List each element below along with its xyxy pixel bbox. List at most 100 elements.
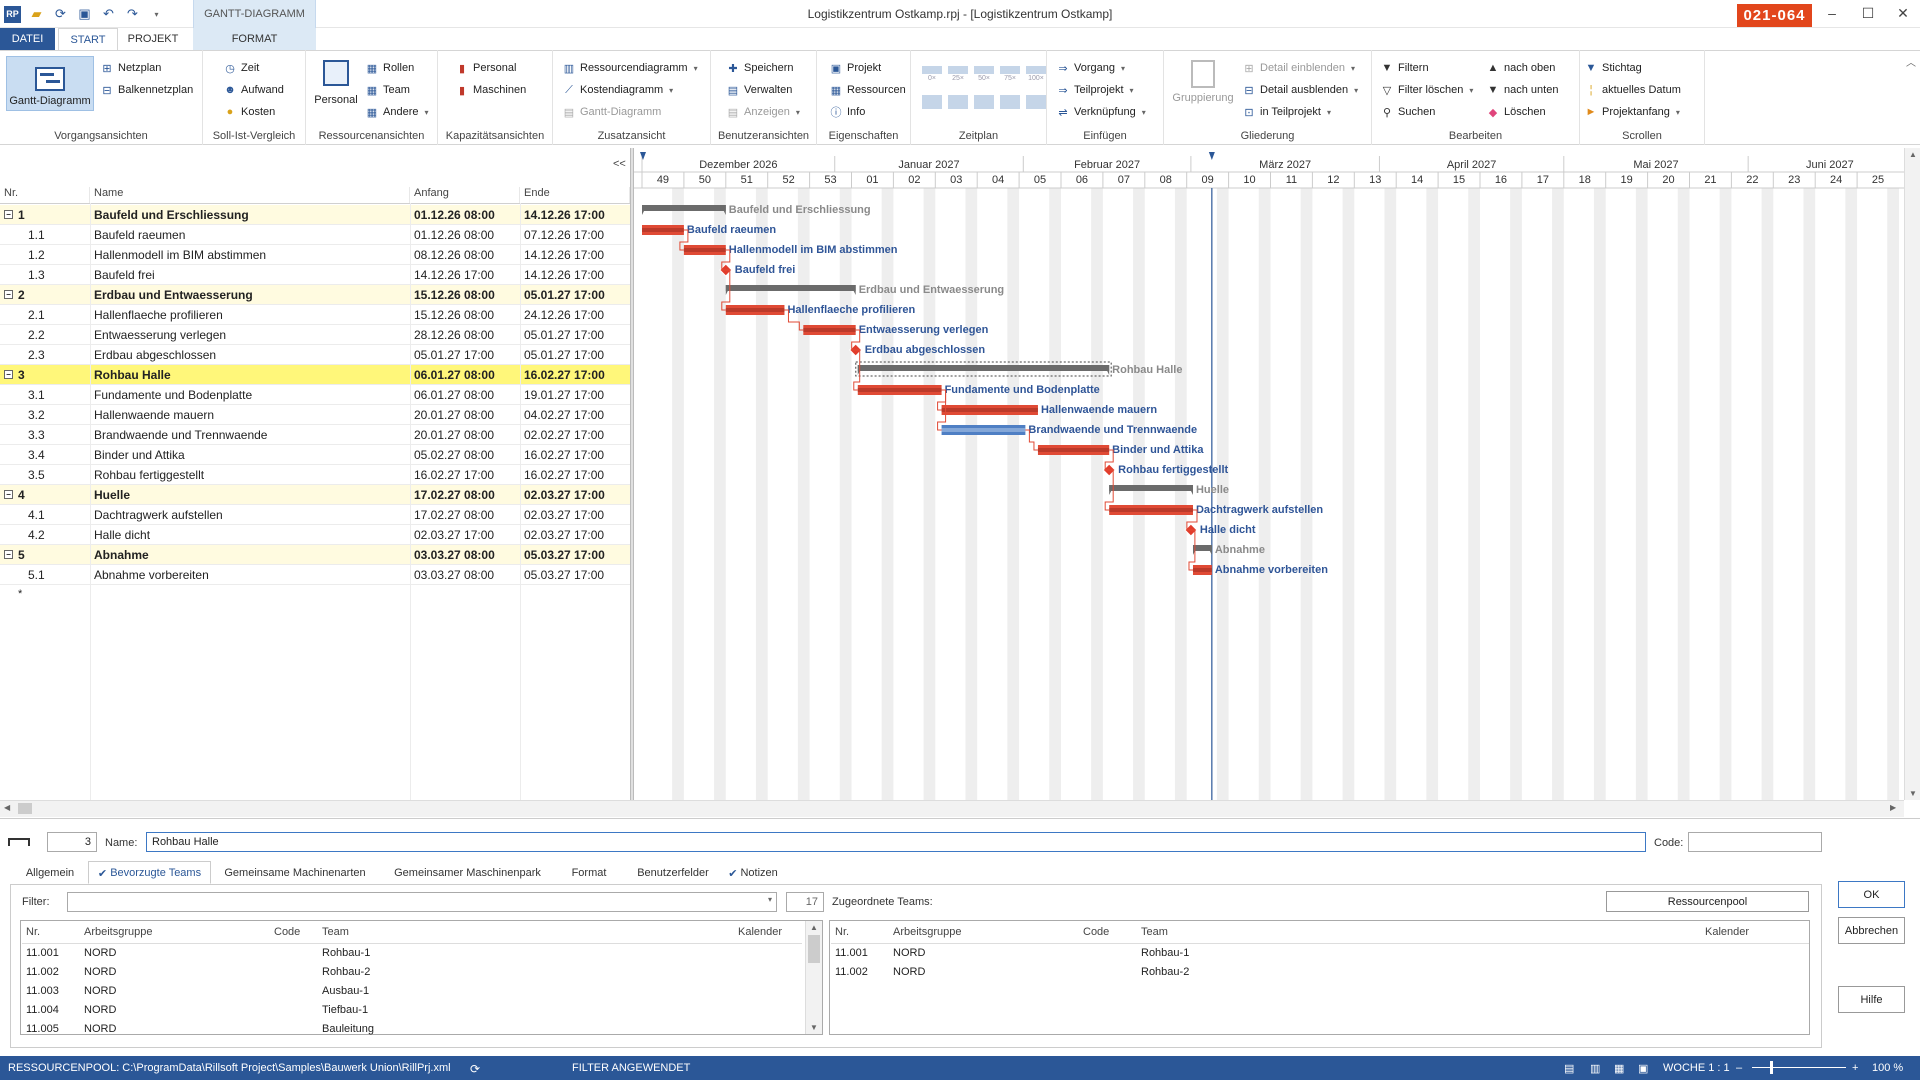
team-cell-group[interactable]: NORD: [84, 1023, 116, 1035]
task-row[interactable]: 2.3 Erdbau abgeschlossen 05.01.27 17:00 05.…: [0, 345, 630, 365]
col-header-anfang[interactable]: Anfang: [410, 187, 520, 203]
in-teilprojekt-button[interactable]: ⊡ in Teilprojekt: [1242, 103, 1331, 121]
zoom-out-icon[interactable]: –: [1736, 1062, 1742, 1074]
task-row[interactable]: −1 Baufeld und Erschliessung 01.12.26 08:0…: [0, 205, 630, 225]
aktuelles-datum-button[interactable]: ¦ aktuelles Datum: [1584, 81, 1681, 99]
move-task-icon[interactable]: [1000, 95, 1020, 109]
task-row[interactable]: −3 Rohbau Halle 06.01.27 08:00 16.02.27 17:…: [0, 365, 630, 385]
team-cell-team[interactable]: Bauleitung: [322, 1023, 374, 1035]
collapse-row-icon[interactable]: −: [4, 490, 13, 499]
zoom-slider-thumb[interactable]: [1770, 1061, 1773, 1074]
tab-benutzerfelder[interactable]: Benutzerfelder: [628, 862, 718, 884]
task-row[interactable]: 1.1 Baufeld raeumen 01.12.26 08:00 07.12.26…: [0, 225, 630, 245]
team-cell-team[interactable]: Rohbau-2: [1141, 966, 1189, 978]
maximize-icon[interactable]: ☐: [1851, 3, 1885, 23]
table-header[interactable]: Nr.: [26, 926, 40, 938]
team-cell-group[interactable]: NORD: [84, 1004, 116, 1016]
team-cell-nr[interactable]: 11.001: [835, 947, 868, 959]
task-row[interactable]: 4.2 Halle dicht 02.03.27 17:00 02.03.27 17:…: [0, 525, 630, 545]
table-header[interactable]: Team: [1141, 926, 1168, 938]
task-number-field[interactable]: 3: [47, 832, 97, 852]
filter-combobox[interactable]: ▾: [67, 892, 777, 912]
table-header[interactable]: Arbeitsgruppe: [893, 926, 962, 938]
scroll-thumb[interactable]: [18, 803, 32, 814]
team-cell-team[interactable]: Rohbau-1: [322, 947, 370, 959]
ressourcen-properties-button[interactable]: ▦ Ressourcen: [829, 81, 906, 99]
progress-50-button[interactable]: 50×: [974, 66, 994, 82]
tab-format-editor[interactable]: Format: [560, 862, 618, 884]
tab-projekt[interactable]: PROJEKT: [120, 28, 186, 50]
unlink-tasks-icon[interactable]: [948, 95, 968, 109]
team-cell-nr[interactable]: 11.004: [26, 1004, 59, 1016]
team-cell-team[interactable]: Ausbau-1: [322, 985, 369, 997]
team-cell-group[interactable]: NORD: [893, 966, 925, 978]
aufwand-button[interactable]: ☻ Aufwand: [223, 81, 284, 99]
tab-bevorzugte-teams[interactable]: ✔ Bevorzugte Teams: [88, 862, 211, 884]
code-input[interactable]: [1688, 832, 1822, 852]
andere-dropdown[interactable]: ▦ Andere: [365, 103, 429, 121]
filtern-button[interactable]: ▼ Filtern: [1380, 59, 1429, 77]
verknuepfung-dropdown[interactable]: ⇌ Verknüpfung: [1056, 103, 1146, 121]
progress-75-button[interactable]: 75×: [1000, 66, 1020, 82]
task-row[interactable]: 4.1 Dachtragwerk aufstellen 17.02.27 08:00…: [0, 505, 630, 525]
detail-einblenden-button[interactable]: ⊞ Detail einblenden: [1242, 59, 1355, 77]
table-header[interactable]: Team: [322, 926, 349, 938]
table-header[interactable]: Code: [274, 926, 300, 938]
view-grid-icon[interactable]: ▤: [1564, 1062, 1574, 1075]
task-row[interactable]: 5.1 Abnahme vorbereiten 03.03.27 08:00 05.0…: [0, 565, 630, 585]
task-row[interactable]: 2.2 Entwaesserung verlegen 28.12.26 08:00 0…: [0, 325, 630, 345]
balkennetzplan-button[interactable]: ⊟ Balkennetzplan: [100, 81, 193, 99]
nach-oben-button[interactable]: ▲ nach oben: [1486, 59, 1556, 77]
speichern-button[interactable]: ✚ Speichern: [726, 59, 793, 77]
team-cell-nr[interactable]: 11.005: [26, 1023, 59, 1035]
view-split-icon[interactable]: ▦: [1614, 1062, 1624, 1075]
tab-gemeinsame-machinenarten[interactable]: Gemeinsame Machinenarten: [215, 862, 375, 884]
tab-gemeinsamer-maschinenpark[interactable]: Gemeinsamer Maschinenpark: [385, 862, 550, 884]
team-cell-group[interactable]: NORD: [893, 947, 925, 959]
team-cell-nr[interactable]: 11.002: [835, 966, 868, 978]
progress-0-button[interactable]: 0×: [922, 66, 942, 82]
kostendiagramm-dropdown[interactable]: ⟋ Kostendiagramm: [562, 81, 673, 99]
loeschen-button[interactable]: ◆ Löschen: [1486, 103, 1546, 121]
task-row[interactable]: 3.4 Binder und Attika 05.02.27 08:00 16.02.…: [0, 445, 630, 465]
table-header[interactable]: Arbeitsgruppe: [84, 926, 153, 938]
link-tasks-icon[interactable]: [922, 95, 942, 109]
task-row[interactable]: −5 Abnahme 03.03.27 08:00 05.03.27 17:00: [0, 545, 630, 565]
task-row[interactable]: 1.3 Baufeld frei 14.12.26 17:00 14.12.26 17…: [0, 265, 630, 285]
ressourcendiagramm-dropdown[interactable]: ▥ Ressourcendiagramm: [562, 59, 698, 77]
gantt-chart[interactable]: 49 50 51 52 53 01 02 03 04 05 06 07 08 09 10 11 12 13 14 15…: [634, 148, 1904, 800]
tab-allgemein[interactable]: Allgemein: [18, 862, 82, 884]
team-cell-nr[interactable]: 11.003: [26, 985, 59, 997]
detail-ausblenden-button[interactable]: ⊟ Detail ausblenden: [1242, 81, 1358, 99]
col-header-name[interactable]: Name: [90, 187, 410, 203]
task-name-input[interactable]: Rohbau Halle: [146, 832, 1646, 852]
minimize-icon[interactable]: –: [1815, 3, 1849, 23]
horizontal-scrollbar[interactable]: ◀ ▶: [0, 800, 1904, 817]
projektanfang-dropdown[interactable]: ► Projektanfang: [1584, 103, 1680, 121]
stichtag-button[interactable]: ▼ Stichtag: [1584, 59, 1642, 77]
kapazitaet-personal-button[interactable]: ▮ Personal: [455, 59, 516, 77]
progress-25-button[interactable]: 25×: [948, 66, 968, 82]
cancel-button[interactable]: Abbrechen: [1838, 917, 1905, 944]
vorgang-dropdown[interactable]: ⇒ Vorgang: [1056, 59, 1125, 77]
teilprojekt-dropdown[interactable]: ⇒ Teilprojekt: [1056, 81, 1134, 99]
kapazitaet-maschinen-button[interactable]: ▮ Maschinen: [455, 81, 526, 99]
tab-start[interactable]: START: [58, 28, 118, 51]
col-header-nr[interactable]: Nr.: [0, 187, 90, 203]
col-header-ende[interactable]: Ende: [520, 187, 630, 203]
suchen-button[interactable]: ⚲ Suchen: [1380, 103, 1435, 121]
tab-datei[interactable]: DATEI: [0, 28, 55, 50]
task-row[interactable]: 1.2 Hallenmodell im BIM abstimmen 08.12.26…: [0, 245, 630, 265]
gruppierung-button[interactable]: Gruppierung: [1168, 60, 1238, 104]
reschedule-icon[interactable]: [1026, 95, 1046, 109]
sync-icon[interactable]: ⟳: [470, 1062, 480, 1076]
collapse-row-icon[interactable]: −: [4, 210, 13, 219]
nach-unten-button[interactable]: ▼ nach unten: [1486, 81, 1559, 99]
ressourcenpool-button[interactable]: Ressourcenpool: [1606, 891, 1809, 912]
task-row[interactable]: 3.3 Brandwaende und Trennwaende 20.01.27 0…: [0, 425, 630, 445]
tab-notizen[interactable]: ✔ Notizen: [722, 862, 784, 884]
task-row[interactable]: 2.1 Hallenflaeche profilieren 15.12.26 08:…: [0, 305, 630, 325]
team-cell-team[interactable]: Tiefbau-1: [322, 1004, 368, 1016]
team-cell-group[interactable]: NORD: [84, 966, 116, 978]
view-gantt-icon[interactable]: ▥: [1590, 1062, 1600, 1075]
